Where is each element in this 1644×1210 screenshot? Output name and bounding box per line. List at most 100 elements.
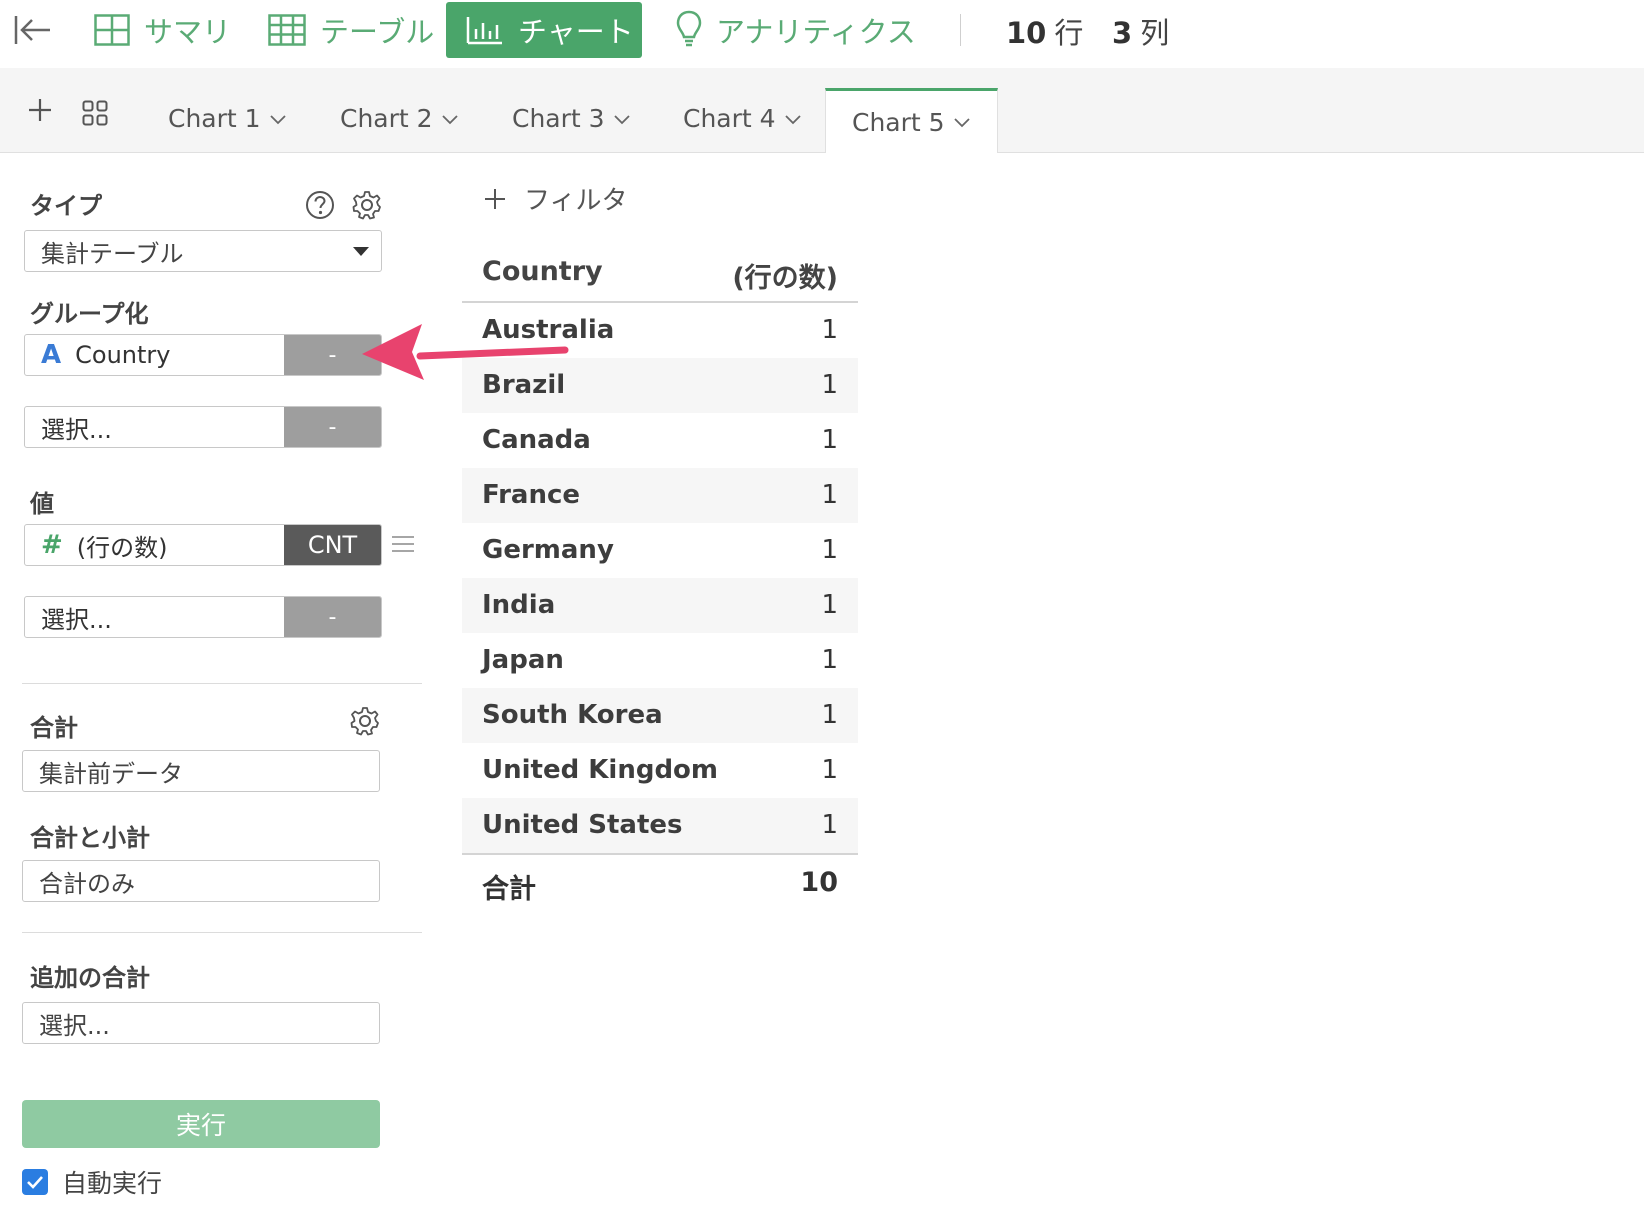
cell-count: 1 — [821, 425, 838, 455]
table-row: France 1 — [462, 468, 858, 523]
cell-count: 1 — [821, 370, 838, 400]
type-label: タイプ — [30, 192, 102, 220]
tab-chart-5[interactable]: Chart 5 — [825, 88, 998, 153]
row-count-value: 10 — [1006, 16, 1047, 50]
bar-chart-icon — [466, 17, 502, 45]
group-by-select-option-button[interactable]: - — [284, 407, 381, 447]
auto-run-checkbox[interactable] — [22, 1169, 48, 1195]
panel-divider — [22, 932, 422, 933]
chart-type-value: 集計テーブル — [41, 239, 184, 268]
tab-label: Chart 5 — [852, 107, 945, 137]
plus-icon — [485, 188, 505, 209]
summary-grid-icon — [94, 14, 130, 46]
column-header-country[interactable]: Country — [482, 256, 603, 287]
menu-icon[interactable] — [392, 535, 414, 557]
cell-country: Canada — [482, 425, 591, 455]
tab-chart-4[interactable]: Chart 4 — [683, 104, 802, 133]
chevron-down-icon — [441, 114, 458, 124]
table-icon — [268, 14, 306, 46]
collapse-left-icon[interactable] — [14, 12, 52, 52]
table-label: テーブル — [320, 15, 435, 49]
cell-count: 1 — [821, 810, 838, 840]
analytics-tab-button[interactable]: アナリティクス — [676, 2, 916, 58]
cell-count: 1 — [821, 480, 838, 510]
chevron-down-icon — [784, 114, 801, 124]
cell-country: South Korea — [482, 700, 663, 730]
cell-country: Germany — [482, 535, 614, 565]
extra-total-select[interactable]: 選択... — [22, 1002, 380, 1044]
caret-down-icon — [353, 247, 369, 256]
panel-divider — [22, 683, 422, 684]
gear-icon[interactable] — [352, 190, 382, 224]
row-count-unit: 行 — [1054, 16, 1084, 50]
extra-total-label: 追加の合計 — [30, 964, 150, 992]
column-header-count[interactable]: (行の数) — [732, 256, 838, 295]
cell-count: 1 — [821, 700, 838, 730]
cell-country: France — [482, 480, 581, 510]
value-select-placeholder: 選択... — [41, 605, 112, 634]
value-field[interactable]: # (行の数) CNT — [24, 524, 382, 566]
table-row: Germany 1 — [462, 523, 858, 578]
chart-list-button[interactable] — [82, 100, 108, 130]
table-row: Canada 1 — [462, 413, 858, 468]
chevron-down-icon — [953, 118, 970, 128]
cell-count: 1 — [821, 755, 838, 785]
tab-label: Chart 3 — [512, 104, 605, 133]
value-select-option-button[interactable]: - — [284, 597, 381, 637]
auto-run-label: 自動実行 — [62, 1169, 163, 1198]
column-count-unit: 列 — [1140, 16, 1170, 50]
tab-chart-3[interactable]: Chart 3 — [512, 104, 631, 133]
table-tab-button[interactable]: テーブル — [268, 2, 434, 58]
chart-type-select[interactable]: 集計テーブル — [24, 230, 382, 272]
cell-country: United Kingdom — [482, 755, 719, 785]
table-row: United States 1 — [462, 798, 858, 853]
cell-count: 1 — [821, 535, 838, 565]
toolbar-divider — [960, 14, 961, 46]
cell-count: 1 — [821, 590, 838, 620]
group-by-select[interactable]: 選択... - — [24, 406, 382, 448]
summary-label: サマリ — [144, 15, 232, 49]
grid-icon — [82, 100, 108, 126]
group-by-field[interactable]: A Country - — [24, 334, 382, 376]
table-row: United Kingdom 1 — [462, 743, 858, 798]
table-header: Country (行の数) — [462, 246, 858, 303]
subtotal-label: 合計と小計 — [30, 824, 150, 852]
check-icon — [27, 1176, 43, 1189]
auto-run-option[interactable]: 自動実行 — [22, 1164, 162, 1200]
chart-tab-bar: Chart 1 Chart 2 Chart 3 Chart 4 Chart 5 — [0, 68, 1644, 153]
run-button[interactable]: 実行 — [22, 1100, 380, 1148]
subtotal-select[interactable]: 合計のみ — [22, 860, 380, 902]
add-filter-button[interactable]: フィルタ — [484, 180, 627, 217]
analytics-label: アナリティクス — [716, 15, 916, 49]
tab-label: Chart 1 — [168, 104, 261, 133]
cell-country: United States — [482, 810, 683, 840]
help-icon[interactable] — [305, 190, 335, 224]
group-by-label: グループ化 — [30, 300, 149, 328]
gear-icon[interactable] — [350, 706, 380, 740]
table-row: India 1 — [462, 578, 858, 633]
aggregation-cnt-button[interactable]: CNT — [284, 525, 381, 565]
total-row-value: 10 — [800, 867, 838, 898]
top-toolbar: サマリ テーブル チャート アナリティクス 10 行 3列 — [0, 0, 1644, 69]
chart-tab-button[interactable]: チャート — [446, 2, 642, 58]
value-label: 値 — [30, 490, 54, 518]
table-row: South Korea 1 — [462, 688, 858, 743]
chevron-down-icon — [269, 114, 286, 124]
lightbulb-icon — [676, 10, 702, 47]
tab-chart-2[interactable]: Chart 2 — [340, 104, 459, 133]
summary-tab-button[interactable]: サマリ — [94, 2, 231, 58]
number-type-icon: # — [41, 530, 63, 560]
chart-label: チャート — [518, 15, 634, 49]
table-row: Japan 1 — [462, 633, 858, 688]
table-total-row: 合計 10 — [462, 853, 858, 911]
total-select[interactable]: 集計前データ — [22, 750, 380, 792]
cell-count: 1 — [821, 315, 838, 345]
value-field-name: (行の数) — [76, 533, 168, 562]
plus-icon — [29, 99, 51, 121]
tab-label: Chart 4 — [683, 104, 776, 133]
add-chart-button[interactable] — [28, 98, 52, 126]
tab-chart-1[interactable]: Chart 1 — [168, 104, 287, 133]
group-by-select-placeholder: 選択... — [41, 415, 112, 444]
row-count: 10 行 — [1006, 10, 1083, 52]
value-select[interactable]: 選択... - — [24, 596, 382, 638]
